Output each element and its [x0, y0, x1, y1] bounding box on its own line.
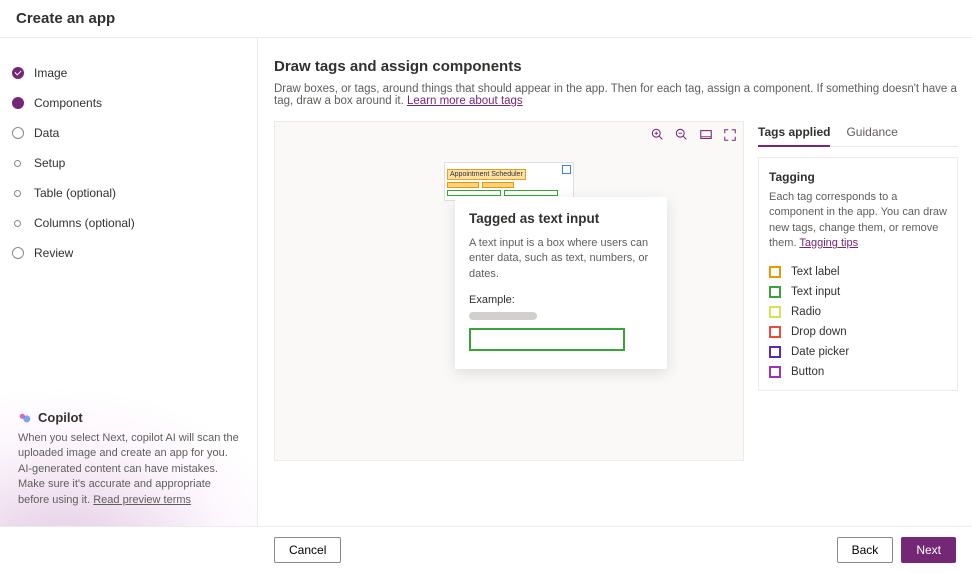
back-button[interactable]: Back	[837, 537, 894, 563]
canvas-toolbar	[651, 128, 737, 142]
preview-label-tag[interactable]	[482, 182, 514, 188]
preview-terms-link[interactable]: Read preview terms	[93, 494, 191, 506]
preview-title-tag[interactable]: Appointment Scheduler	[447, 169, 526, 180]
legend-text-label[interactable]: Text label	[769, 266, 947, 278]
swatch-icon	[769, 286, 781, 298]
fit-icon[interactable]	[699, 128, 713, 142]
main-container: Image Components Data Setup Table (optio…	[0, 38, 972, 526]
tag-popup: Tagged as text input A text input is a b…	[455, 197, 667, 369]
step-image[interactable]: Image	[12, 58, 245, 88]
tagging-desc: Each tag corresponds to a component in t…	[769, 190, 947, 252]
page-title: Create an app	[16, 10, 956, 27]
popup-title: Tagged as text input	[469, 211, 653, 226]
step-table[interactable]: Table (optional)	[12, 178, 245, 208]
copilot-title: Copilot	[38, 410, 83, 425]
zoom-in-icon[interactable]	[651, 128, 665, 142]
copilot-card: Copilot When you select Next, copilot AI…	[8, 400, 249, 518]
tagging-section: Tagging Each tag corresponds to a compon…	[758, 157, 958, 391]
preview-input-tag[interactable]	[504, 190, 558, 196]
canvas-pane[interactable]: Appointment Scheduler Tagged as text inp…	[274, 121, 744, 461]
example-text-input[interactable]	[469, 328, 625, 351]
right-tabs: Tags applied Guidance	[758, 121, 958, 147]
step-review[interactable]: Review	[12, 238, 245, 268]
sidebar: Image Components Data Setup Table (optio…	[0, 38, 258, 526]
right-panel: Tags applied Guidance Tagging Each tag c…	[758, 121, 958, 461]
learn-more-link[interactable]: Learn more about tags	[407, 95, 523, 107]
tagging-title: Tagging	[769, 170, 947, 184]
swatch-icon	[769, 266, 781, 278]
swatch-icon	[769, 366, 781, 378]
popup-example-label: Example:	[469, 294, 653, 306]
main-title: Draw tags and assign components	[274, 58, 958, 75]
next-button[interactable]: Next	[901, 537, 956, 563]
legend-radio[interactable]: Radio	[769, 306, 947, 318]
swatch-icon	[769, 346, 781, 358]
step-columns[interactable]: Columns (optional)	[12, 208, 245, 238]
expand-icon[interactable]	[723, 128, 737, 142]
uploaded-image-preview[interactable]: Appointment Scheduler	[444, 162, 574, 201]
cancel-button[interactable]: Cancel	[274, 537, 341, 563]
legend-list: Text label Text input Radio Drop down Da…	[769, 266, 947, 378]
zoom-out-icon[interactable]	[675, 128, 689, 142]
legend-date-picker[interactable]: Date picker	[769, 346, 947, 358]
step-setup[interactable]: Setup	[12, 148, 245, 178]
tagging-tips-link[interactable]: Tagging tips	[799, 237, 858, 249]
step-data[interactable]: Data	[12, 118, 245, 148]
copilot-text: When you select Next, copilot AI will sc…	[18, 431, 239, 508]
tab-guidance[interactable]: Guidance	[846, 121, 897, 146]
swatch-icon	[769, 326, 781, 338]
footer: Cancel Back Next	[0, 526, 972, 573]
legend-button[interactable]: Button	[769, 366, 947, 378]
selection-handle-icon[interactable]	[562, 165, 571, 174]
step-components[interactable]: Components	[12, 88, 245, 118]
legend-drop-down[interactable]: Drop down	[769, 326, 947, 338]
example-placeholder	[469, 312, 537, 320]
copilot-icon	[18, 411, 32, 425]
tab-tags-applied[interactable]: Tags applied	[758, 121, 830, 147]
main-desc: Draw boxes, or tags, around things that …	[274, 83, 958, 107]
main-panel: Draw tags and assign components Draw box…	[258, 38, 972, 526]
preview-label-tag[interactable]	[447, 182, 479, 188]
step-list: Image Components Data Setup Table (optio…	[0, 38, 257, 268]
swatch-icon	[769, 306, 781, 318]
popup-desc: A text input is a box where users can en…	[469, 236, 653, 282]
legend-text-input[interactable]: Text input	[769, 286, 947, 298]
workspace: Appointment Scheduler Tagged as text inp…	[274, 121, 958, 461]
preview-input-tag[interactable]	[447, 190, 501, 196]
page-header: Create an app	[0, 0, 972, 38]
